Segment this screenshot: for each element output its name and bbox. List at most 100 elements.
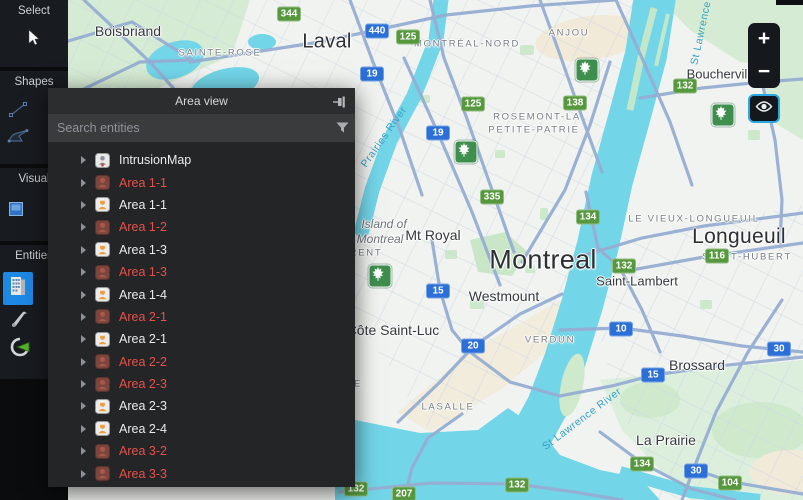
road-shield: 104 — [718, 476, 742, 491]
tree-item-area-1-2[interactable]: Area 1-2 — [48, 216, 355, 238]
window-corner-strip — [776, 0, 803, 5]
tree-item-area-2-2[interactable]: Area 2-2 — [48, 351, 355, 373]
building-icon — [7, 274, 29, 303]
circle-arrow-left-icon — [8, 335, 32, 364]
tree-item-area-3-2[interactable]: Area 3-2 — [48, 440, 355, 462]
road-shield: 138 — [563, 96, 587, 111]
map-label: Island of — [361, 217, 406, 231]
entity-icon — [95, 354, 110, 369]
expand-arrow-icon[interactable] — [81, 268, 86, 276]
map-label: VERDUN — [525, 335, 575, 346]
entity-label: Area 1-3 — [119, 265, 167, 279]
road-shield: 30 — [684, 464, 708, 479]
tree-item-area-2-4[interactable]: Area 2-4 — [48, 418, 355, 440]
zoom-out-button[interactable]: − — [748, 62, 780, 82]
entity-icon — [95, 444, 110, 459]
road-shield: 19 — [426, 126, 450, 141]
application-window: BoisbriandSAINTE-ROSELavalMONTRÉAL-NORDA… — [0, 0, 803, 500]
map-label: Montreal — [489, 245, 596, 276]
expand-arrow-icon[interactable] — [81, 201, 86, 209]
map-label: ANJOU — [549, 28, 590, 39]
expand-arrow-icon[interactable] — [81, 291, 86, 299]
tree-item-intrusionmap[interactable]: IntrusionMap — [48, 149, 355, 171]
tree-item-area-1-1[interactable]: Area 1-1 — [48, 171, 355, 193]
entity-label: Area 2-2 — [119, 355, 167, 369]
entity-label: Area 2-1 — [119, 310, 167, 324]
draw-line-tool[interactable] — [7, 103, 28, 121]
exit-import-button[interactable] — [7, 337, 33, 362]
map-label: Saint-Lambert — [596, 274, 678, 289]
tree-item-area-2-3[interactable]: Area 2-3 — [48, 395, 355, 417]
line-icon — [8, 101, 28, 123]
panel-header[interactable]: Area view — [48, 88, 355, 114]
expand-arrow-icon[interactable] — [81, 425, 86, 433]
entity-label: Area 2-3 — [119, 399, 167, 413]
entity-label: IntrusionMap — [119, 153, 191, 167]
entity-icon — [95, 220, 110, 235]
expand-arrow-icon[interactable] — [81, 179, 86, 187]
tree-item-area-3-3[interactable]: Area 3-3 — [48, 462, 355, 484]
road-shield: 134 — [576, 210, 600, 225]
tree-item-area-1-4[interactable]: Area 1-4 — [48, 283, 355, 305]
map-label: PETITE-PATRIE — [488, 125, 579, 136]
tree-item-area-1-3[interactable]: Area 1-3 — [48, 261, 355, 283]
expand-arrow-icon[interactable] — [81, 402, 86, 410]
blue-square-icon — [9, 202, 23, 221]
expand-arrow-icon[interactable] — [81, 380, 86, 388]
expand-arrow-icon[interactable] — [81, 470, 86, 478]
expand-arrow-icon[interactable] — [81, 223, 86, 231]
expand-arrow-icon[interactable] — [81, 447, 86, 455]
entity-icon — [95, 197, 110, 212]
map-label: Longueuil — [692, 225, 786, 249]
map-label: La Prairie — [636, 432, 696, 448]
road-shield: 132 — [673, 79, 697, 94]
entity-label: Area 3-3 — [119, 467, 167, 481]
entity-label: Area 1-4 — [119, 288, 167, 302]
entity-icon — [95, 242, 110, 257]
zoom-control-panel: + − — [748, 23, 780, 88]
entity-icon — [95, 399, 110, 414]
entity-label: Area 2-3 — [119, 377, 167, 391]
search-input[interactable] — [48, 121, 329, 135]
visual-style-tool[interactable] — [8, 204, 23, 219]
park-maple-leaf-icon — [576, 59, 599, 82]
scroll-document-button[interactable] — [8, 311, 31, 331]
expand-arrow-icon[interactable] — [81, 358, 86, 366]
draw-polygon-tool[interactable] — [6, 130, 29, 147]
select-cursor-tool[interactable] — [23, 28, 43, 52]
zoom-in-button[interactable]: + — [748, 29, 780, 49]
panel-title: Area view — [175, 94, 228, 108]
tree-item-area-1-1[interactable]: Area 1-1 — [48, 194, 355, 216]
pin-panel-button[interactable] — [332, 95, 347, 107]
map-label: Boucherville — [687, 67, 758, 82]
entity-icon — [95, 175, 110, 190]
map-label: LE VIEUX-LONGUEUIL — [628, 214, 759, 225]
tree-item-area-1-3[interactable]: Area 1-3 — [48, 239, 355, 261]
tree-item-area-2-3[interactable]: Area 2-3 — [48, 373, 355, 395]
expand-arrow-icon[interactable] — [81, 313, 86, 321]
entity-icon — [95, 309, 110, 324]
polygon-icon — [7, 128, 29, 149]
sidebar-section-select: Select — [0, 0, 68, 67]
tree-item-area-2-1[interactable]: Area 2-1 — [48, 306, 355, 328]
map-label: Montreal — [357, 232, 404, 246]
map-label: Brossard — [669, 357, 725, 373]
entity-label: Area 1-1 — [119, 198, 167, 212]
funnel-icon — [336, 122, 349, 134]
expand-arrow-icon[interactable] — [81, 335, 86, 343]
search-row — [48, 114, 355, 142]
map-label: Westmount — [469, 288, 540, 304]
expand-arrow-icon[interactable] — [81, 246, 86, 254]
entity-label: Area 1-1 — [119, 176, 167, 190]
road-shield: 15 — [426, 284, 450, 299]
road-shield: 440 — [365, 24, 389, 39]
entity-icon — [95, 265, 110, 280]
map-label: Laval — [302, 31, 351, 54]
tree-item-area-2-1[interactable]: Area 2-1 — [48, 328, 355, 350]
visibility-toggle-button[interactable] — [748, 94, 780, 123]
expand-arrow-icon[interactable] — [81, 156, 86, 164]
entity-layers-button-active[interactable] — [3, 272, 33, 305]
filter-button[interactable] — [329, 114, 355, 142]
road-shield: 335 — [480, 190, 504, 205]
road-shield: 132 — [612, 259, 636, 274]
